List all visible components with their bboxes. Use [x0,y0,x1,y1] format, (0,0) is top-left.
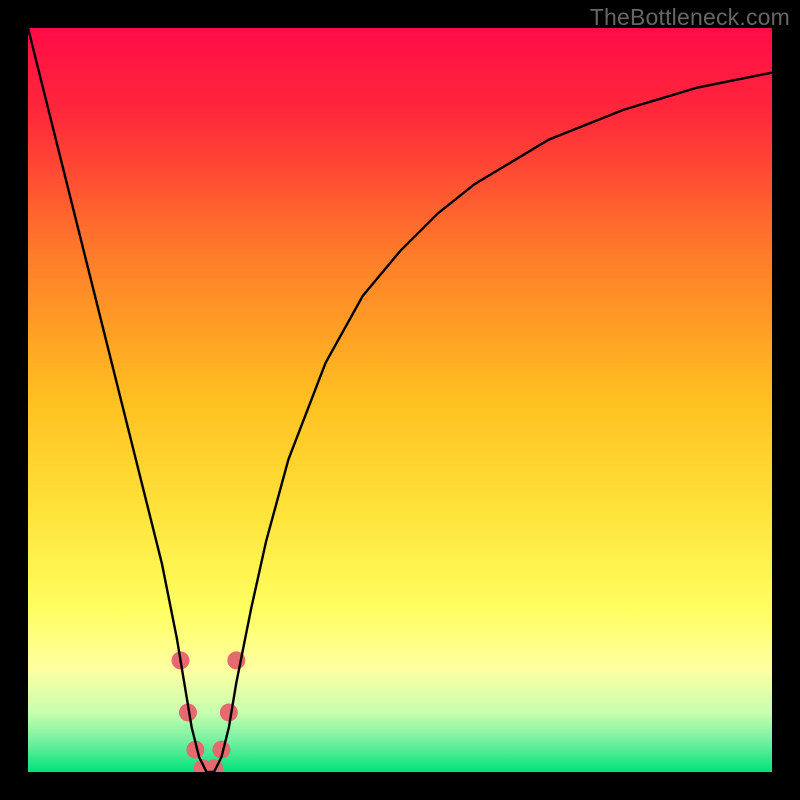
chart-frame [28,28,772,772]
watermark-text: TheBottleneck.com [590,4,790,31]
chart-background [28,28,772,772]
bottleneck-chart [28,28,772,772]
marker-dot [220,703,238,721]
